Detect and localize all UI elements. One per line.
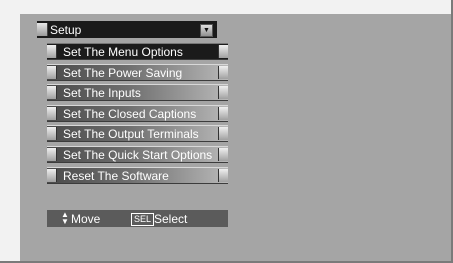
menu-item-power-saving[interactable]: Set The Power Saving [47, 63, 228, 81]
menu-title: Setup [50, 23, 82, 37]
item-left-cap [47, 45, 57, 58]
top-border [0, 0, 453, 14]
osd-screen: Setup ▼ Set The Menu Options Set The Pow… [0, 0, 453, 263]
up-down-arrows-icon: ▲ ▼ [61, 210, 69, 226]
menu-item-label: Set The Menu Options [63, 45, 183, 59]
dropdown-arrow-icon[interactable]: ▼ [200, 24, 213, 37]
item-right-cap [218, 106, 228, 120]
item-left-cap [47, 168, 57, 182]
menu-item-label: Set The Quick Start Options [63, 147, 213, 162]
item-right-cap [218, 65, 228, 79]
menu-item-closed-captions[interactable]: Set The Closed Captions [47, 104, 228, 122]
item-left-cap [47, 86, 57, 100]
menu-item-quick-start[interactable]: Set The Quick Start Options [47, 145, 228, 163]
setup-menu: Set The Menu Options Set The Power Savin… [47, 43, 228, 187]
select-hint: Select [154, 212, 188, 226]
menu-item-menu-options[interactable]: Set The Menu Options [47, 43, 228, 60]
menu-item-label: Reset The Software [63, 168, 169, 183]
menu-item-label: Set The Closed Captions [63, 106, 197, 121]
item-left-cap [47, 106, 57, 120]
menu-item-label: Set The Power Saving [63, 65, 183, 80]
menu-title-bar: Setup ▼ [37, 21, 217, 38]
item-right-cap [218, 45, 228, 58]
item-left-cap [47, 147, 57, 161]
item-right-cap [218, 127, 228, 141]
item-right-cap [218, 147, 228, 161]
item-left-cap [47, 65, 57, 79]
item-right-cap [218, 86, 228, 100]
sel-key-icon: SEL [131, 213, 155, 226]
item-left-cap [47, 127, 57, 141]
menu-item-label: Set The Inputs [63, 86, 141, 101]
title-tab-icon [37, 23, 48, 36]
left-border [0, 14, 20, 263]
help-bar: ▲ ▼ Move SEL Select [47, 210, 228, 227]
menu-item-reset-software[interactable]: Reset The Software [47, 166, 228, 184]
menu-item-output-terminals[interactable]: Set The Output Terminals [47, 125, 228, 143]
menu-item-label: Set The Output Terminals [63, 127, 199, 142]
move-hint: Move [71, 212, 101, 226]
menu-item-inputs[interactable]: Set The Inputs [47, 84, 228, 102]
item-right-cap [218, 168, 228, 182]
